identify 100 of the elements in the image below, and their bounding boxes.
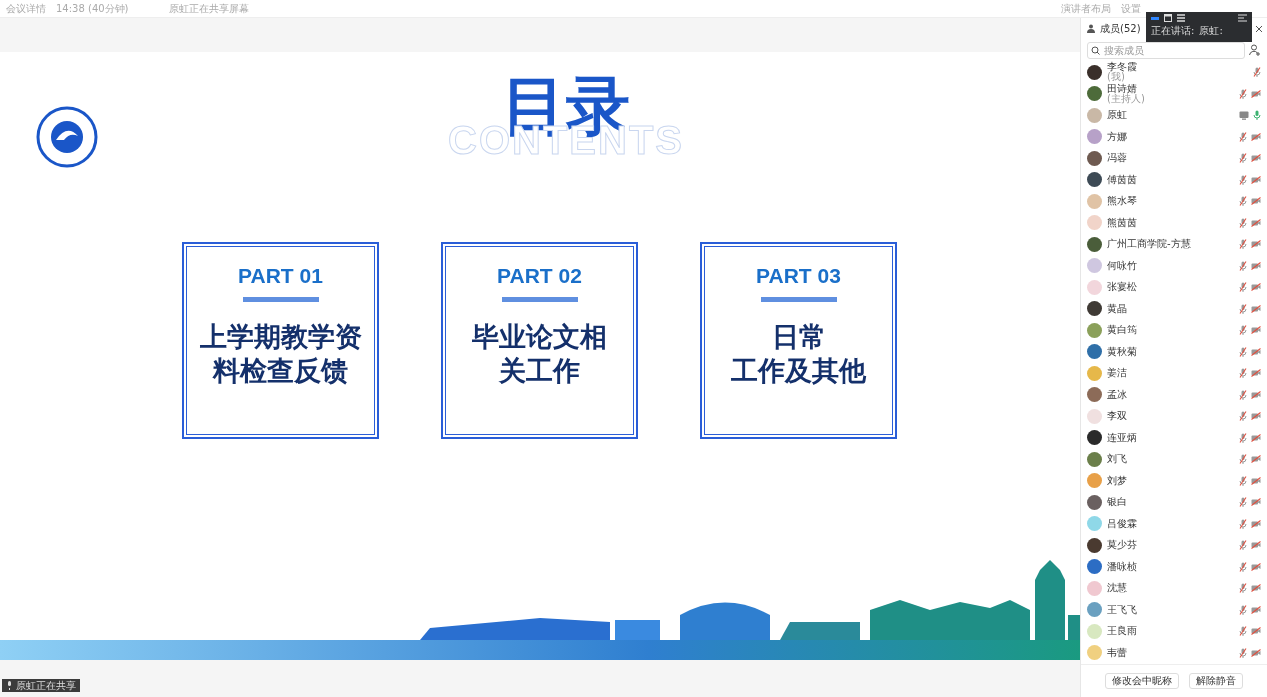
mic-muted-icon[interactable] [1239,88,1247,99]
member-row[interactable]: 田诗婧 (主持人) [1081,83,1267,105]
mic-muted-icon[interactable] [1239,454,1247,465]
mic-muted-icon[interactable] [1239,432,1247,443]
member-row[interactable]: 黄白筠 [1081,319,1267,342]
camera-off-icon[interactable] [1251,369,1261,378]
member-row[interactable]: 熊茵茵 [1081,212,1267,234]
camera-off-icon[interactable] [1251,326,1261,335]
camera-off-icon[interactable] [1251,197,1261,206]
camera-off-icon[interactable] [1251,541,1261,550]
mic-muted-icon[interactable] [1239,475,1247,486]
list-icon[interactable] [1177,14,1185,22]
mic-muted-icon[interactable] [1239,196,1247,207]
mic-muted-icon[interactable] [1239,518,1247,529]
member-row[interactable]: 何咏竹 [1081,255,1267,277]
add-person-icon[interactable] [1249,44,1261,57]
mic-muted-icon[interactable] [1239,497,1247,508]
minimize-icon[interactable] [1151,16,1159,20]
mic-muted-icon[interactable] [1239,368,1247,379]
part-label: PART 03 [756,264,841,288]
mic-muted-icon[interactable] [1239,282,1247,293]
camera-off-icon[interactable] [1251,498,1261,507]
member-row[interactable]: 韦蕾 [1081,642,1267,664]
member-row[interactable]: 傅茵茵 [1081,169,1267,191]
member-row[interactable]: 黄晶 [1081,298,1267,320]
mic-icon[interactable] [1253,110,1261,121]
camera-off-icon[interactable] [1251,627,1261,636]
member-row[interactable]: 姜洁 [1081,362,1267,385]
mic-muted-icon[interactable] [1239,217,1247,228]
mic-muted-icon[interactable] [1239,411,1247,422]
camera-off-icon[interactable] [1251,433,1261,442]
mic-muted-icon[interactable] [1239,346,1247,357]
member-row[interactable]: 王良雨 [1081,620,1267,643]
member-row[interactable]: 李双 [1081,405,1267,428]
window-icon[interactable] [1164,14,1172,22]
camera-off-icon[interactable] [1251,261,1261,270]
camera-off-icon[interactable] [1251,283,1261,292]
camera-off-icon[interactable] [1251,584,1261,593]
member-row[interactable]: 熊水琴 [1081,190,1267,213]
member-row[interactable]: 吕俊霖 [1081,513,1267,535]
member-row[interactable]: 原虹 [1081,104,1267,127]
member-row[interactable]: 刘飞 [1081,448,1267,471]
camera-off-icon[interactable] [1251,519,1261,528]
mic-muted-icon[interactable] [1239,626,1247,637]
search-field[interactable]: 搜索成员 [1087,41,1245,59]
member-name: 吕俊霖 [1107,518,1138,529]
member-name: 莫少芬 [1107,540,1138,551]
avatar [1087,215,1102,231]
member-row[interactable]: 银白 [1081,491,1267,514]
mic-muted-icon[interactable] [1239,583,1247,594]
camera-off-icon[interactable] [1251,412,1261,421]
member-row[interactable]: 李冬霞 (我) [1081,61,1267,84]
mic-muted-icon[interactable] [1239,174,1247,185]
camera-off-icon[interactable] [1251,605,1261,614]
mic-muted-icon[interactable] [1239,604,1247,615]
member-row[interactable]: 王飞飞 [1081,599,1267,621]
member-role: (主持人) [1107,93,1146,104]
member-row[interactable]: 沈慧 [1081,577,1267,600]
member-row[interactable]: 潘咏桢 [1081,556,1267,578]
member-row[interactable]: 孟冰 [1081,384,1267,406]
camera-off-icon[interactable] [1251,455,1261,464]
mic-muted-icon[interactable] [1239,325,1247,336]
mic-muted-icon[interactable] [1239,260,1247,271]
camera-off-icon[interactable] [1251,175,1261,184]
camera-off-icon[interactable] [1251,648,1261,657]
mic-muted-icon[interactable] [1239,647,1247,658]
camera-off-icon[interactable] [1251,562,1261,571]
camera-off-icon[interactable] [1251,154,1261,163]
mic-muted-icon[interactable] [1239,303,1247,314]
camera-off-icon[interactable] [1251,390,1261,399]
mic-muted-icon[interactable] [1239,389,1247,400]
camera-off-icon[interactable] [1251,132,1261,141]
camera-off-icon[interactable] [1251,240,1261,249]
menu-icon[interactable] [1238,14,1247,22]
mic-muted-icon[interactable] [1239,239,1247,250]
member-row[interactable]: 黄秋菊 [1081,341,1267,363]
camera-off-icon[interactable] [1251,476,1261,485]
member-row[interactable]: 张宴松 [1081,276,1267,299]
member-row[interactable]: 广州工商学院-方慧 [1081,233,1267,256]
avatar [1087,559,1102,575]
close-icon[interactable] [1255,24,1263,33]
camera-off-icon[interactable] [1251,89,1261,98]
camera-off-icon[interactable] [1251,304,1261,313]
camera-off-icon[interactable] [1251,218,1261,227]
mic-muted-icon[interactable] [1239,540,1247,551]
member-row[interactable]: 刘梦 [1081,470,1267,492]
mic-muted-icon[interactable] [1239,153,1247,164]
member-row[interactable]: 连亚炳 [1081,427,1267,449]
search-icon [1091,45,1100,55]
avatar [1087,86,1102,102]
member-row[interactable]: 冯蓉 [1081,147,1267,170]
footer-button[interactable]: 修改会中昵称 [1105,672,1179,689]
member-row[interactable]: 莫少芬 [1081,534,1267,557]
mic-muted-icon[interactable] [1253,67,1261,78]
member-row[interactable]: 方娜 [1081,126,1267,148]
member-name: 方娜 [1107,131,1128,142]
camera-off-icon[interactable] [1251,347,1261,356]
footer-button[interactable]: 解除静音 [1189,672,1243,689]
mic-muted-icon[interactable] [1239,561,1247,572]
mic-muted-icon[interactable] [1239,131,1247,142]
